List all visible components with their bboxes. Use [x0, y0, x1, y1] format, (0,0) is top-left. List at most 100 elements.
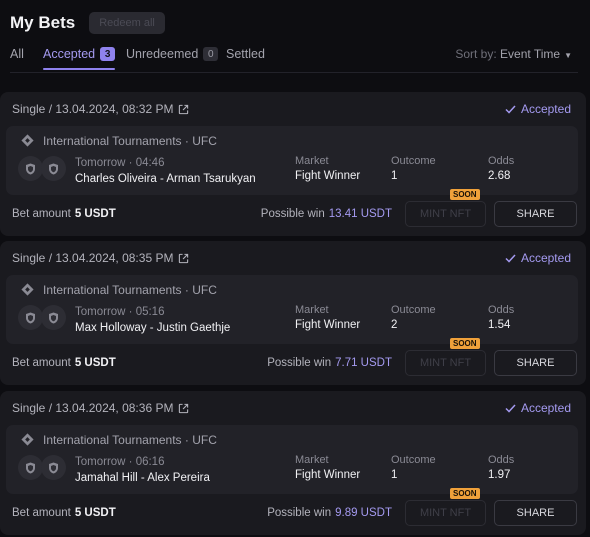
- bet-status: Accepted: [505, 401, 571, 415]
- odds-value: 2.68: [488, 170, 511, 182]
- check-icon: [505, 403, 516, 413]
- bet-amount-label: Bet amount: [12, 357, 71, 369]
- header: My Bets Redeem all: [10, 10, 165, 36]
- bet-amount-value: 5 USDT: [74, 357, 116, 369]
- league-row: International Tournaments · UFC: [20, 432, 217, 447]
- team-logos: [18, 455, 66, 483]
- possible-win-value: 7.71 USDT: [335, 357, 392, 369]
- share-button[interactable]: SHARE: [494, 350, 577, 376]
- team-logo-away: [41, 156, 66, 181]
- bet-amount-label: Bet amount: [12, 507, 71, 519]
- odds-label: Odds: [488, 304, 515, 316]
- tab-bar: All Accepted 3 Unredeemed 0 Settled Sort…: [10, 44, 578, 73]
- bet-status-label: Accepted: [520, 102, 571, 116]
- shield-icon: [26, 312, 35, 323]
- event-name: Charles Oliveira - Arman Tsarukyan: [75, 173, 256, 185]
- active-tab-indicator: [43, 68, 116, 70]
- league-row: International Tournaments · UFC: [20, 133, 217, 148]
- shield-icon: [26, 462, 35, 473]
- sort-value: Event Time: [500, 47, 561, 61]
- page-title: My Bets: [10, 13, 76, 32]
- bet-title: Single / 13.04.2024, 08:36 PM: [12, 401, 174, 415]
- bet-event[interactable]: International Tournaments · UFC Tomorrow: [6, 275, 578, 344]
- bet-amount: Bet amount 5 USDT: [12, 357, 116, 369]
- mma-sport-icon: [21, 433, 34, 446]
- check-icon: [505, 104, 516, 114]
- market-label: Market: [295, 454, 329, 466]
- tab-accepted[interactable]: Accepted 3: [43, 47, 116, 70]
- external-link-icon[interactable]: [178, 104, 189, 115]
- team-logos: [18, 156, 66, 184]
- caret-down-icon: ▼: [564, 51, 572, 60]
- tab-all-label: All: [10, 47, 24, 61]
- possible-win-label: Possible win: [267, 507, 332, 519]
- league-name: International Tournaments · UFC: [43, 432, 217, 447]
- tab-settled-label: Settled: [226, 47, 265, 61]
- possible-win-value: 13.41 USDT: [328, 208, 392, 220]
- bet-event[interactable]: International Tournaments · UFC Tomorrow: [6, 425, 578, 494]
- check-icon: [505, 253, 516, 263]
- team-logo-away: [41, 455, 66, 480]
- bet-title: Single / 13.04.2024, 08:35 PM: [12, 251, 174, 265]
- mint-nft-button[interactable]: MINT NFT: [405, 500, 486, 526]
- event-name: Max Holloway - Justin Gaethje: [75, 322, 231, 334]
- bet-status: Accepted: [505, 102, 571, 116]
- bet-card: Single / 13.04.2024, 08:35 PM Accepted I…: [0, 241, 586, 385]
- sort-label: Sort by:: [455, 47, 497, 61]
- bet-status-label: Accepted: [520, 251, 571, 265]
- possible-win-label: Possible win: [267, 357, 332, 369]
- outcome-value: 2: [391, 319, 398, 331]
- external-link-icon[interactable]: [178, 403, 189, 414]
- mma-sport-icon: [21, 134, 34, 147]
- bet-header[interactable]: Single / 13.04.2024, 08:36 PM: [12, 401, 189, 415]
- shield-icon: [49, 312, 58, 323]
- outcome-label: Outcome: [391, 454, 436, 466]
- event-time: Tomorrow · 04:46: [75, 157, 165, 169]
- tab-unredeemed[interactable]: Unredeemed 0: [126, 47, 219, 61]
- market-label: Market: [295, 304, 329, 316]
- tab-unredeemed-label: Unredeemed: [126, 47, 199, 61]
- possible-win: Possible win 7.71 USDT: [267, 357, 392, 369]
- external-link-icon[interactable]: [178, 253, 189, 264]
- bet-amount: Bet amount 5 USDT: [12, 507, 116, 519]
- possible-win: Possible win 13.41 USDT: [261, 208, 392, 220]
- bet-footer: Bet amount 5 USDT Possible win 9.89 USDT M…: [12, 488, 578, 528]
- soon-badge: SOON: [450, 338, 480, 349]
- event-name: Jamahal Hill - Alex Pereira: [75, 472, 210, 484]
- tab-settled[interactable]: Settled: [226, 47, 265, 61]
- outcome-value: 1: [391, 170, 398, 182]
- bet-status: Accepted: [505, 251, 571, 265]
- bet-amount-value: 5 USDT: [74, 208, 116, 220]
- tab-all[interactable]: All: [10, 47, 24, 61]
- event-time: Tomorrow · 05:16: [75, 306, 165, 318]
- unredeemed-count-badge: 0: [203, 47, 219, 61]
- possible-win-label: Possible win: [260, 208, 325, 220]
- soon-badge: SOON: [450, 189, 480, 200]
- outcome-label: Outcome: [391, 155, 436, 167]
- bet-event[interactable]: International Tournaments · UFC Tomorrow: [6, 126, 578, 195]
- sort-dropdown[interactable]: Sort by: Event Time ▼: [455, 47, 572, 61]
- mint-nft-button[interactable]: MINT NFT: [405, 201, 486, 227]
- outcome-label: Outcome: [391, 304, 436, 316]
- league-name: International Tournaments · UFC: [43, 282, 217, 297]
- shield-icon: [49, 462, 58, 473]
- share-button[interactable]: SHARE: [494, 201, 577, 227]
- share-button[interactable]: SHARE: [494, 500, 577, 526]
- bet-header[interactable]: Single / 13.04.2024, 08:35 PM: [12, 251, 189, 265]
- mint-nft-button[interactable]: MINT NFT: [405, 350, 486, 376]
- league-name: International Tournaments · UFC: [43, 133, 217, 148]
- bet-footer: Bet amount 5 USDT Possible win 7.71 USDT M…: [12, 338, 578, 378]
- soon-badge: SOON: [450, 488, 480, 499]
- redeem-all-button[interactable]: Redeem all: [89, 12, 165, 34]
- possible-win-value: 9.89 USDT: [335, 507, 392, 519]
- bet-card: Single / 13.04.2024, 08:36 PM Accepted I…: [0, 391, 586, 535]
- bet-amount: Bet amount 5 USDT: [12, 208, 116, 220]
- mma-sport-icon: [21, 283, 34, 296]
- team-logo-home: [18, 156, 43, 181]
- team-logo-away: [41, 305, 66, 330]
- shield-icon: [49, 163, 58, 174]
- bet-card: Single / 13.04.2024, 08:32 PM Accepted I…: [0, 92, 586, 236]
- market-label: Market: [295, 155, 329, 167]
- team-logos: [18, 305, 66, 333]
- bet-header[interactable]: Single / 13.04.2024, 08:32 PM: [12, 102, 189, 116]
